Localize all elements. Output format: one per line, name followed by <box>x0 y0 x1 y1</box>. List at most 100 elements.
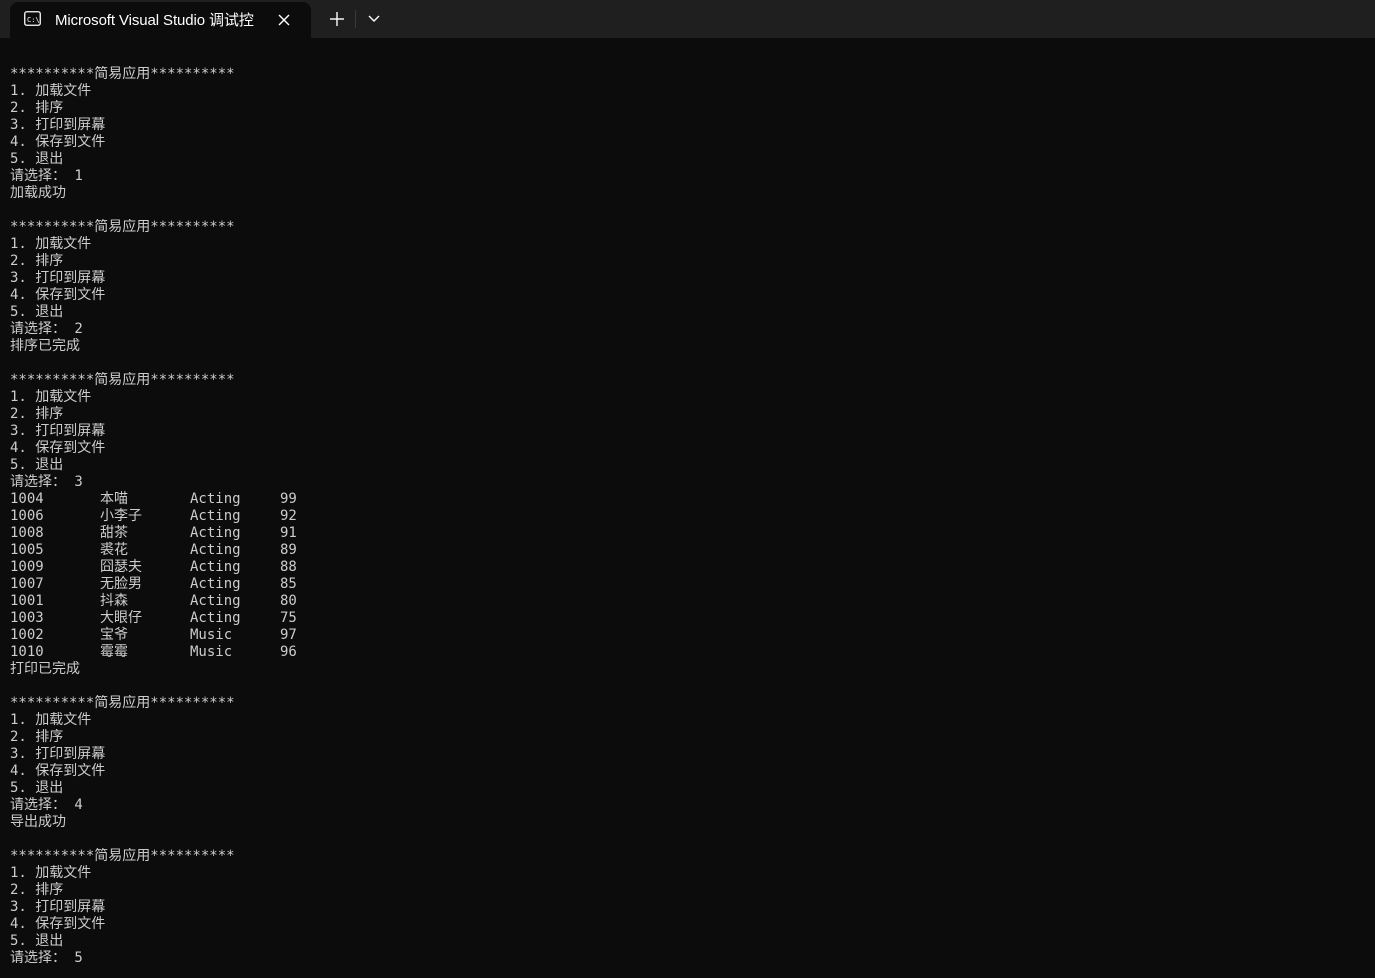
record-id: 1008 <box>10 525 44 541</box>
record-category: Acting <box>190 491 241 507</box>
menu-item: 4. 保存到文件 <box>10 916 106 932</box>
record-name: 无脸男 <box>100 576 142 592</box>
menu-item: 3. 打印到屏幕 <box>10 423 106 439</box>
menu-header: **********简易应用********** <box>10 66 235 82</box>
record-score: 96 <box>280 644 297 660</box>
menu-item: 1. 加载文件 <box>10 865 92 881</box>
prompt-choice: 4 <box>66 797 83 813</box>
menu-item: 4. 保存到文件 <box>10 287 106 303</box>
record-category: Acting <box>190 610 241 626</box>
menu-item: 3. 打印到屏幕 <box>10 899 106 915</box>
record-row: 1006 小李子 Acting 92 <box>10 508 1365 525</box>
menu-header: **********简易应用********** <box>10 372 235 388</box>
record-category: Acting <box>190 508 241 524</box>
menu-item: 1. 加载文件 <box>10 236 92 252</box>
menu-item: 1. 加载文件 <box>10 83 92 99</box>
prompt-choice: 5 <box>66 950 83 966</box>
result-message: 加载成功 <box>10 185 66 201</box>
svg-text:C:\: C:\ <box>27 16 40 24</box>
record-score: 85 <box>280 576 297 592</box>
menu-item: 2. 排序 <box>10 100 64 116</box>
record-id: 1003 <box>10 610 44 626</box>
menu-item: 1. 加载文件 <box>10 712 92 728</box>
record-category: Acting <box>190 525 241 541</box>
selection-prompt: 请选择： 3 <box>10 474 1365 491</box>
record-score: 89 <box>280 542 297 558</box>
record-row: 1001 抖森 Acting 80 <box>10 593 1365 610</box>
record-row: 1005 裘花 Acting 89 <box>10 542 1365 559</box>
record-score: 99 <box>280 491 297 507</box>
new-tab-button[interactable] <box>321 4 353 34</box>
record-row: 1004 本喵 Acting 99 <box>10 491 1365 508</box>
tab-title: Microsoft Visual Studio 调试控 <box>55 12 254 29</box>
record-score: 75 <box>280 610 297 626</box>
record-name: 大眼仔 <box>100 610 142 626</box>
record-id: 1010 <box>10 644 44 660</box>
menu-item: 5. 退出 <box>10 457 64 473</box>
record-name: 本喵 <box>100 491 128 507</box>
record-score: 88 <box>280 559 297 575</box>
record-score: 92 <box>280 508 297 524</box>
menu-item: 4. 保存到文件 <box>10 763 106 779</box>
record-row: 1009 囧瑟夫 Acting 88 <box>10 559 1365 576</box>
terminal-tab[interactable]: C:\ Microsoft Visual Studio 调试控 <box>10 2 311 38</box>
menu-item: 4. 保存到文件 <box>10 134 106 150</box>
record-name: 裘花 <box>100 542 128 558</box>
title-bar: C:\ Microsoft Visual Studio 调试控 <box>0 0 1375 38</box>
record-id: 1009 <box>10 559 44 575</box>
record-category: Acting <box>190 559 241 575</box>
record-id: 1006 <box>10 508 44 524</box>
record-name: 小李子 <box>100 508 142 524</box>
record-id: 1005 <box>10 542 44 558</box>
prompt-label: 请选择： <box>10 797 66 813</box>
menu-header: **********简易应用********** <box>10 695 235 711</box>
record-id: 1001 <box>10 593 44 609</box>
record-name: 宝爷 <box>100 627 128 643</box>
record-id: 1007 <box>10 576 44 592</box>
record-category: Acting <box>190 593 241 609</box>
menu-item: 5. 退出 <box>10 151 64 167</box>
selection-prompt: 请选择： 4 <box>10 797 1365 814</box>
menu-item: 2. 排序 <box>10 882 64 898</box>
record-score: 91 <box>280 525 297 541</box>
prompt-choice: 1 <box>66 168 83 184</box>
tab-separator <box>355 10 356 28</box>
record-id: 1002 <box>10 627 44 643</box>
prompt-label: 请选择： <box>10 950 66 966</box>
record-row: 1008 甜茶 Acting 91 <box>10 525 1365 542</box>
menu-item: 5. 退出 <box>10 780 64 796</box>
chevron-down-icon[interactable] <box>358 4 390 34</box>
result-message: 打印已完成 <box>10 661 80 677</box>
record-score: 97 <box>280 627 297 643</box>
prompt-choice: 3 <box>66 474 83 490</box>
menu-item: 3. 打印到屏幕 <box>10 270 106 286</box>
prompt-label: 请选择： <box>10 474 66 490</box>
menu-item: 1. 加载文件 <box>10 389 92 405</box>
menu-item: 3. 打印到屏幕 <box>10 117 106 133</box>
record-category: Acting <box>190 576 241 592</box>
record-name: 抖森 <box>100 593 128 609</box>
close-icon[interactable] <box>274 10 294 30</box>
menu-header: **********简易应用********** <box>10 219 235 235</box>
menu-item: 4. 保存到文件 <box>10 440 106 456</box>
record-id: 1004 <box>10 491 44 507</box>
menu-item: 2. 排序 <box>10 729 64 745</box>
record-category: Acting <box>190 542 241 558</box>
record-row: 1007 无脸男 Acting 85 <box>10 576 1365 593</box>
result-message: 导出成功 <box>10 814 66 830</box>
menu-item: 3. 打印到屏幕 <box>10 746 106 762</box>
record-row: 1003 大眼仔 Acting 75 <box>10 610 1365 627</box>
selection-prompt: 请选择： 5 <box>10 950 1365 967</box>
record-name: 甜茶 <box>100 525 128 541</box>
record-row: 1010 霉霉 Music 96 <box>10 644 1365 661</box>
menu-item: 2. 排序 <box>10 253 64 269</box>
prompt-label: 请选择： <box>10 168 66 184</box>
console-output: **********简易应用********** 1. 加载文件 2. 排序 3. 打… <box>10 66 1365 971</box>
selection-prompt: 请选择： 2 <box>10 321 1365 338</box>
result-message: 排序已完成 <box>10 338 80 354</box>
menu-item: 5. 退出 <box>10 933 64 949</box>
